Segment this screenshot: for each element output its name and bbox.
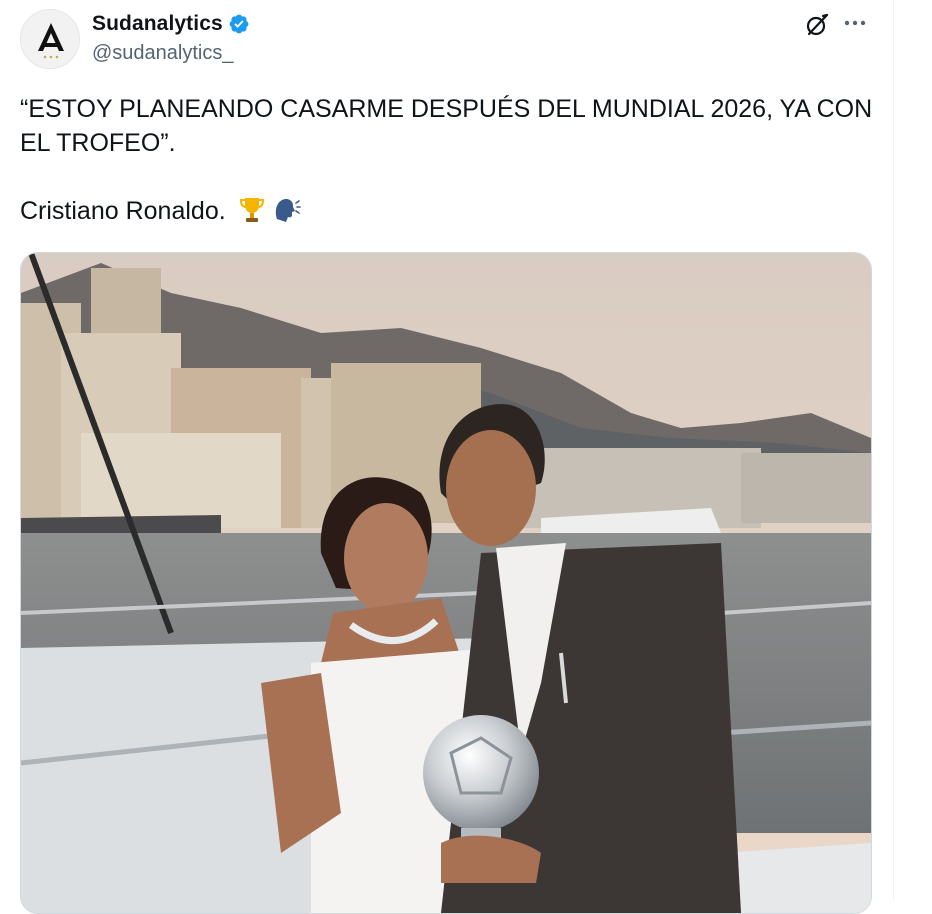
tweet-media-photo[interactable] [20,252,872,914]
author-display-name[interactable]: Sudanalytics [92,12,223,36]
more-button[interactable] [840,10,870,40]
tweet: Sudanalytics @sudanalytics_ “ESTOY PLANE… [0,0,893,914]
author-handle[interactable]: @sudanalytics_ [92,42,233,65]
grok-icon [806,13,829,36]
sudanalytics-logo-icon [38,23,64,59]
trophy-emoji [237,194,267,233]
more-icon [844,20,866,26]
tweet-text: “ESTOY PLANEANDO CASARME DESPUÉS DEL MUN… [20,92,880,233]
photo-couple-harbor [21,253,871,913]
column-divider [893,0,894,900]
verified-badge-icon [229,14,249,34]
avatar[interactable] [20,9,80,69]
tweet-text-body: “ESTOY PLANEANDO CASARME DESPUÉS DEL MUN… [20,95,873,225]
author-name-row: Sudanalytics [92,10,250,38]
speaking-head-emoji [271,194,301,233]
grok-button[interactable] [802,10,832,40]
